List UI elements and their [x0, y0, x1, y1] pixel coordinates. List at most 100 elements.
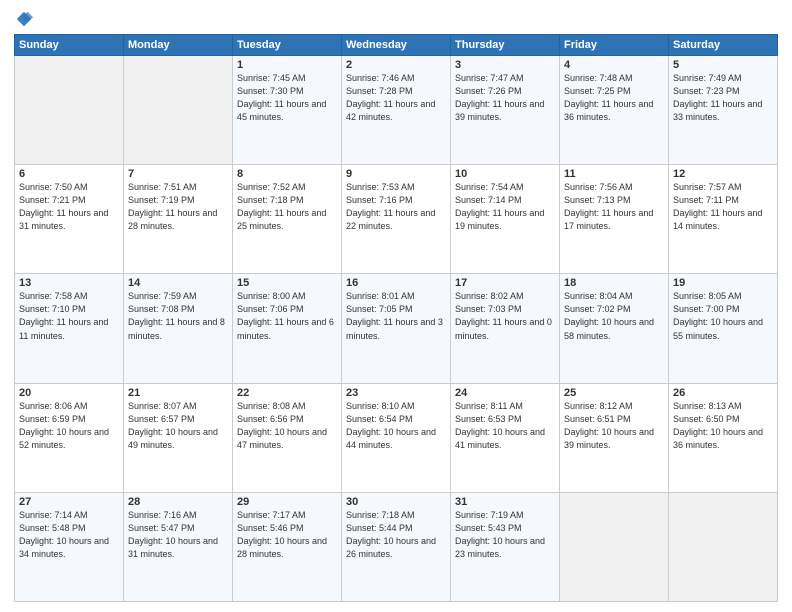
- day-info: Sunrise: 7:50 AM Sunset: 7:21 PM Dayligh…: [19, 181, 119, 233]
- calendar-cell: 22Sunrise: 8:08 AM Sunset: 6:56 PM Dayli…: [233, 383, 342, 492]
- day-number: 19: [673, 277, 773, 289]
- day-number: 11: [564, 168, 664, 180]
- calendar-cell: 3Sunrise: 7:47 AM Sunset: 7:26 PM Daylig…: [451, 56, 560, 165]
- day-number: 1: [237, 59, 337, 71]
- calendar-cell: 26Sunrise: 8:13 AM Sunset: 6:50 PM Dayli…: [669, 383, 778, 492]
- day-number: 18: [564, 277, 664, 289]
- calendar-cell: 18Sunrise: 8:04 AM Sunset: 7:02 PM Dayli…: [560, 274, 669, 383]
- calendar-cell: 5Sunrise: 7:49 AM Sunset: 7:23 PM Daylig…: [669, 56, 778, 165]
- weekday-header-saturday: Saturday: [669, 35, 778, 56]
- day-number: 7: [128, 168, 228, 180]
- day-info: Sunrise: 8:08 AM Sunset: 6:56 PM Dayligh…: [237, 400, 337, 452]
- calendar-cell: 21Sunrise: 8:07 AM Sunset: 6:57 PM Dayli…: [124, 383, 233, 492]
- day-info: Sunrise: 7:48 AM Sunset: 7:25 PM Dayligh…: [564, 72, 664, 124]
- day-number: 9: [346, 168, 446, 180]
- calendar-cell: 15Sunrise: 8:00 AM Sunset: 7:06 PM Dayli…: [233, 274, 342, 383]
- day-info: Sunrise: 7:46 AM Sunset: 7:28 PM Dayligh…: [346, 72, 446, 124]
- week-row-2: 6Sunrise: 7:50 AM Sunset: 7:21 PM Daylig…: [15, 165, 778, 274]
- day-info: Sunrise: 8:12 AM Sunset: 6:51 PM Dayligh…: [564, 400, 664, 452]
- calendar-cell: 7Sunrise: 7:51 AM Sunset: 7:19 PM Daylig…: [124, 165, 233, 274]
- week-row-1: 1Sunrise: 7:45 AM Sunset: 7:30 PM Daylig…: [15, 56, 778, 165]
- week-row-4: 20Sunrise: 8:06 AM Sunset: 6:59 PM Dayli…: [15, 383, 778, 492]
- day-info: Sunrise: 7:45 AM Sunset: 7:30 PM Dayligh…: [237, 72, 337, 124]
- calendar-cell: 11Sunrise: 7:56 AM Sunset: 7:13 PM Dayli…: [560, 165, 669, 274]
- calendar-cell: 6Sunrise: 7:50 AM Sunset: 7:21 PM Daylig…: [15, 165, 124, 274]
- day-number: 16: [346, 277, 446, 289]
- calendar-cell: 27Sunrise: 7:14 AM Sunset: 5:48 PM Dayli…: [15, 492, 124, 601]
- calendar-cell: 30Sunrise: 7:18 AM Sunset: 5:44 PM Dayli…: [342, 492, 451, 601]
- weekday-header-wednesday: Wednesday: [342, 35, 451, 56]
- day-info: Sunrise: 7:57 AM Sunset: 7:11 PM Dayligh…: [673, 181, 773, 233]
- day-number: 25: [564, 387, 664, 399]
- weekday-header-tuesday: Tuesday: [233, 35, 342, 56]
- day-info: Sunrise: 7:17 AM Sunset: 5:46 PM Dayligh…: [237, 509, 337, 561]
- calendar-cell: 8Sunrise: 7:52 AM Sunset: 7:18 PM Daylig…: [233, 165, 342, 274]
- day-number: 30: [346, 496, 446, 508]
- day-info: Sunrise: 7:47 AM Sunset: 7:26 PM Dayligh…: [455, 72, 555, 124]
- day-info: Sunrise: 7:53 AM Sunset: 7:16 PM Dayligh…: [346, 181, 446, 233]
- day-number: 15: [237, 277, 337, 289]
- day-info: Sunrise: 8:04 AM Sunset: 7:02 PM Dayligh…: [564, 290, 664, 342]
- calendar-cell: 28Sunrise: 7:16 AM Sunset: 5:47 PM Dayli…: [124, 492, 233, 601]
- weekday-header-sunday: Sunday: [15, 35, 124, 56]
- day-number: 26: [673, 387, 773, 399]
- day-number: 8: [237, 168, 337, 180]
- day-number: 6: [19, 168, 119, 180]
- day-number: 29: [237, 496, 337, 508]
- calendar-cell: 25Sunrise: 8:12 AM Sunset: 6:51 PM Dayli…: [560, 383, 669, 492]
- day-number: 27: [19, 496, 119, 508]
- logo-icon: [15, 10, 33, 28]
- day-info: Sunrise: 8:01 AM Sunset: 7:05 PM Dayligh…: [346, 290, 446, 342]
- day-info: Sunrise: 7:19 AM Sunset: 5:43 PM Dayligh…: [455, 509, 555, 561]
- day-info: Sunrise: 8:02 AM Sunset: 7:03 PM Dayligh…: [455, 290, 555, 342]
- day-number: 13: [19, 277, 119, 289]
- day-number: 10: [455, 168, 555, 180]
- day-number: 2: [346, 59, 446, 71]
- day-info: Sunrise: 7:18 AM Sunset: 5:44 PM Dayligh…: [346, 509, 446, 561]
- calendar-cell: [15, 56, 124, 165]
- header: [14, 10, 778, 28]
- day-number: 23: [346, 387, 446, 399]
- day-number: 20: [19, 387, 119, 399]
- day-number: 14: [128, 277, 228, 289]
- day-number: 21: [128, 387, 228, 399]
- week-row-5: 27Sunrise: 7:14 AM Sunset: 5:48 PM Dayli…: [15, 492, 778, 601]
- day-info: Sunrise: 8:10 AM Sunset: 6:54 PM Dayligh…: [346, 400, 446, 452]
- calendar-cell: 2Sunrise: 7:46 AM Sunset: 7:28 PM Daylig…: [342, 56, 451, 165]
- weekday-header-friday: Friday: [560, 35, 669, 56]
- day-info: Sunrise: 8:00 AM Sunset: 7:06 PM Dayligh…: [237, 290, 337, 342]
- day-info: Sunrise: 7:56 AM Sunset: 7:13 PM Dayligh…: [564, 181, 664, 233]
- calendar-cell: 10Sunrise: 7:54 AM Sunset: 7:14 PM Dayli…: [451, 165, 560, 274]
- day-number: 4: [564, 59, 664, 71]
- day-info: Sunrise: 7:59 AM Sunset: 7:08 PM Dayligh…: [128, 290, 228, 342]
- day-info: Sunrise: 8:11 AM Sunset: 6:53 PM Dayligh…: [455, 400, 555, 452]
- calendar-cell: 12Sunrise: 7:57 AM Sunset: 7:11 PM Dayli…: [669, 165, 778, 274]
- calendar: SundayMondayTuesdayWednesdayThursdayFrid…: [14, 34, 778, 602]
- page: SundayMondayTuesdayWednesdayThursdayFrid…: [0, 0, 792, 612]
- calendar-cell: 23Sunrise: 8:10 AM Sunset: 6:54 PM Dayli…: [342, 383, 451, 492]
- day-number: 31: [455, 496, 555, 508]
- week-row-3: 13Sunrise: 7:58 AM Sunset: 7:10 PM Dayli…: [15, 274, 778, 383]
- calendar-cell: 17Sunrise: 8:02 AM Sunset: 7:03 PM Dayli…: [451, 274, 560, 383]
- day-info: Sunrise: 8:07 AM Sunset: 6:57 PM Dayligh…: [128, 400, 228, 452]
- weekday-header-thursday: Thursday: [451, 35, 560, 56]
- calendar-cell: [560, 492, 669, 601]
- day-info: Sunrise: 8:13 AM Sunset: 6:50 PM Dayligh…: [673, 400, 773, 452]
- calendar-cell: 4Sunrise: 7:48 AM Sunset: 7:25 PM Daylig…: [560, 56, 669, 165]
- calendar-cell: 24Sunrise: 8:11 AM Sunset: 6:53 PM Dayli…: [451, 383, 560, 492]
- day-number: 22: [237, 387, 337, 399]
- calendar-cell: 20Sunrise: 8:06 AM Sunset: 6:59 PM Dayli…: [15, 383, 124, 492]
- day-number: 28: [128, 496, 228, 508]
- calendar-cell: [124, 56, 233, 165]
- calendar-cell: 29Sunrise: 7:17 AM Sunset: 5:46 PM Dayli…: [233, 492, 342, 601]
- day-number: 24: [455, 387, 555, 399]
- day-info: Sunrise: 7:54 AM Sunset: 7:14 PM Dayligh…: [455, 181, 555, 233]
- calendar-cell: [669, 492, 778, 601]
- weekday-header-monday: Monday: [124, 35, 233, 56]
- day-info: Sunrise: 7:52 AM Sunset: 7:18 PM Dayligh…: [237, 181, 337, 233]
- day-info: Sunrise: 7:58 AM Sunset: 7:10 PM Dayligh…: [19, 290, 119, 342]
- day-number: 12: [673, 168, 773, 180]
- calendar-cell: 31Sunrise: 7:19 AM Sunset: 5:43 PM Dayli…: [451, 492, 560, 601]
- day-info: Sunrise: 7:51 AM Sunset: 7:19 PM Dayligh…: [128, 181, 228, 233]
- day-info: Sunrise: 7:14 AM Sunset: 5:48 PM Dayligh…: [19, 509, 119, 561]
